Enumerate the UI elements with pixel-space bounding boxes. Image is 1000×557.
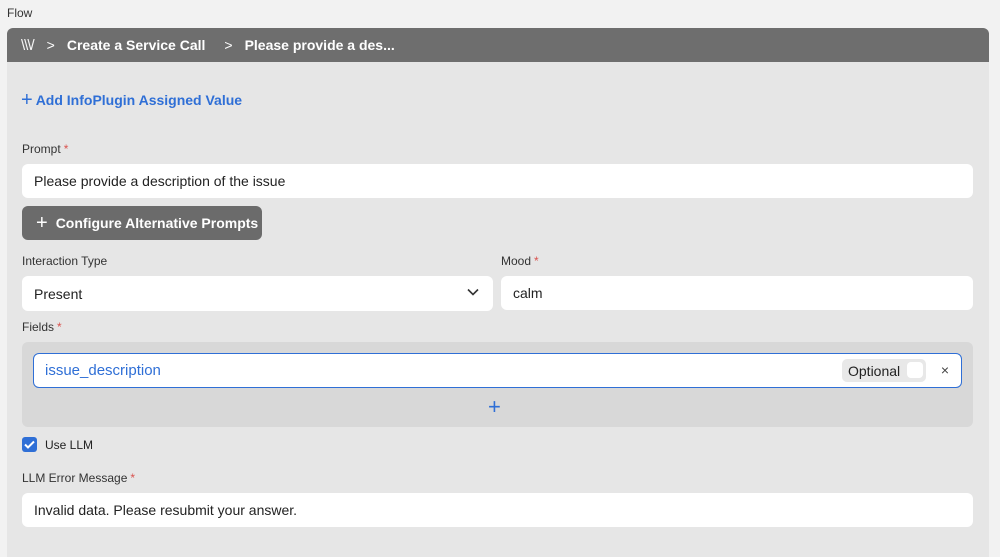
flow-label: Flow (7, 6, 33, 20)
required-marker: * (63, 142, 69, 156)
mood-input[interactable]: calm (501, 276, 973, 310)
interaction-type-select[interactable]: Present (22, 276, 493, 311)
use-llm-checkbox[interactable] (22, 437, 37, 452)
configure-alternative-prompts-label: Configure Alternative Prompts (55, 215, 259, 231)
required-marker: * (57, 320, 62, 334)
prompt-label: Prompt * (22, 142, 68, 156)
prompt-input[interactable]: Please provide a description of the issu… (22, 164, 973, 198)
add-infoplugin-button[interactable]: + Add InfoPlugin Assigned Value (21, 89, 243, 111)
prompt-label-text: Prompt (22, 142, 61, 156)
flow-panel: \\\/ > Create a Service Call > Please pr… (7, 28, 989, 557)
required-marker: * (130, 471, 136, 485)
breadcrumb: \\\/ > Create a Service Call > Please pr… (7, 28, 989, 62)
close-icon[interactable]: × (941, 362, 949, 378)
breadcrumb-item-current: Please provide a des... (244, 37, 395, 53)
mood-input-value: calm (513, 285, 543, 301)
breadcrumb-item-service-call[interactable]: Create a Service Call (67, 37, 206, 53)
field-item[interactable]: issue_description Optional × (33, 353, 962, 388)
use-llm-label[interactable]: Use LLM (45, 438, 93, 452)
plus-icon: + (488, 394, 501, 419)
configure-alternative-prompts-button[interactable]: + Configure Alternative Prompts (22, 206, 262, 240)
field-name[interactable]: issue_description (45, 362, 161, 379)
llm-error-label-text: LLM Error Message (22, 471, 128, 485)
llm-error-label: LLM Error Message * (22, 471, 135, 485)
mood-label: Mood * (501, 254, 539, 268)
checkmark-icon (24, 440, 35, 449)
llm-error-input[interactable]: Invalid data. Please resubmit your answe… (22, 493, 973, 527)
fields-container: issue_description Optional × + (22, 342, 973, 427)
optional-toggle[interactable]: Optional (842, 359, 926, 382)
llm-error-input-value: Invalid data. Please resubmit your answe… (34, 502, 298, 518)
optional-label: Optional (848, 362, 901, 379)
mood-label-text: Mood (501, 254, 532, 268)
breadcrumb-separator: > (224, 37, 233, 53)
breadcrumb-separator: > (46, 37, 55, 53)
plus-icon: + (21, 89, 33, 111)
interaction-type-label: Interaction Type (22, 254, 108, 268)
breadcrumb-home[interactable]: \\\/ (21, 37, 35, 54)
add-field-button[interactable]: + (488, 396, 501, 418)
interaction-type-value: Present (34, 285, 83, 302)
fields-label-text: Fields (22, 320, 55, 334)
add-infoplugin-label: Add InfoPlugin Assigned Value (35, 92, 243, 108)
chevron-down-icon (467, 288, 479, 296)
plus-icon: + (36, 212, 48, 234)
optional-toggle-switch[interactable] (907, 362, 923, 378)
fields-label: Fields * (22, 320, 62, 334)
prompt-input-value: Please provide a description of the issu… (34, 173, 286, 189)
required-marker: * (534, 254, 539, 268)
